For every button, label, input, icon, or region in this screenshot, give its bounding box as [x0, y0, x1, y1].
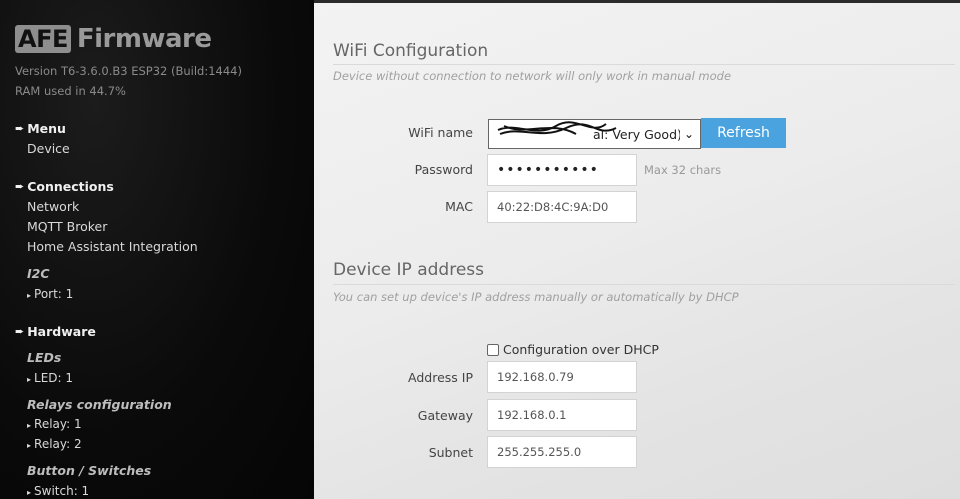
sidebar-item-mqtt-broker[interactable]: MQTT Broker: [27, 219, 107, 234]
address-ip-field[interactable]: 192.168.0.79: [487, 361, 637, 393]
arrow-right-icon: ➨: [15, 325, 25, 338]
switch-1-label: Switch: 1: [34, 484, 90, 498]
relays-group-label: Relays configuration: [27, 397, 172, 412]
relay-2-label: Relay: 2: [34, 437, 82, 451]
i2c-port-label: Port: 1: [34, 287, 74, 301]
arrow-right-icon: ➨: [15, 122, 25, 135]
password-hint: Max 32 chars: [644, 163, 722, 177]
main-content: WiFi Configuration Device without connec…: [314, 0, 960, 499]
hardware-heading-label: Hardware: [27, 324, 96, 339]
wifi-title-divider: [333, 64, 955, 65]
dhcp-checkbox[interactable]: [487, 343, 499, 356]
wifi-name-select[interactable]: al: Very Good) ⌄: [488, 119, 701, 149]
arrow-right-icon: ➨: [15, 180, 25, 193]
bullet-icon: ▸: [27, 375, 32, 384]
ip-title-divider: [333, 284, 955, 285]
version-text: Version T6-3.6.0.B3 ESP32 (Build:1444): [15, 64, 242, 78]
gateway-label: Gateway: [417, 408, 473, 423]
wifi-name-value: al: Very Good): [593, 126, 680, 142]
ip-section-title: Device IP address: [333, 260, 484, 280]
bullet-icon: ▸: [27, 291, 32, 300]
afe-logo: AFE Firmware: [15, 24, 212, 54]
dhcp-checkbox-label: Configuration over DHCP: [503, 342, 659, 357]
dhcp-checkbox-row[interactable]: Configuration over DHCP: [487, 342, 659, 357]
bullet-icon: ▸: [27, 441, 32, 450]
sidebar-item-switch-1[interactable]: ▸ Switch: 1: [27, 484, 89, 498]
sidebar-item-led-1[interactable]: ▸ LED: 1: [27, 371, 73, 385]
password-field[interactable]: •••••••••••: [487, 154, 637, 186]
sidebar-item-home-assistant[interactable]: Home Assistant Integration: [27, 239, 198, 254]
address-ip-label: Address IP: [408, 370, 473, 385]
ip-section-hint: You can set up device's IP address manua…: [333, 290, 739, 304]
subnet-field[interactable]: 255.255.255.0: [487, 436, 637, 468]
bullet-icon: ▸: [27, 421, 32, 430]
sidebar-item-relay-1[interactable]: ▸ Relay: 1: [27, 417, 82, 431]
sidebar-item-relay-2[interactable]: ▸ Relay: 2: [27, 437, 82, 451]
mac-label: MAC: [445, 199, 473, 214]
menu-heading-label: Menu: [27, 121, 66, 136]
leds-group-label: LEDs: [27, 350, 62, 365]
sidebar-item-i2c-port[interactable]: ▸ Port: 1: [27, 287, 73, 301]
sidebar-item-device[interactable]: Device: [27, 141, 70, 156]
chevron-down-icon: ⌄: [683, 127, 694, 141]
relay-1-label: Relay: 1: [34, 417, 82, 431]
buttons-group-label: Button / Switches: [27, 463, 152, 478]
password-label: Password: [414, 162, 473, 177]
connections-heading-label: Connections: [27, 179, 114, 194]
subnet-label: Subnet: [428, 445, 473, 460]
mac-field[interactable]: 40:22:D8:4C:9A:D0: [487, 191, 637, 223]
led-1-label: LED: 1: [34, 371, 74, 385]
i2c-group-label: I2C: [27, 266, 50, 281]
bullet-icon: ▸: [27, 488, 32, 497]
wifi-name-label: WiFi name: [408, 125, 473, 140]
refresh-button[interactable]: Refresh: [701, 118, 786, 148]
connections-heading: ➨ Connections: [15, 179, 114, 194]
ram-usage-text: RAM used in 44.7%: [15, 84, 126, 98]
logo-text: Firmware: [76, 24, 212, 54]
wifi-section-title: WiFi Configuration: [333, 41, 489, 61]
menu-heading: ➨ Menu: [15, 121, 66, 136]
sidebar-item-network[interactable]: Network: [27, 199, 79, 214]
hardware-heading: ➨ Hardware: [15, 324, 96, 339]
logo-badge: AFE: [15, 25, 71, 53]
gateway-field[interactable]: 192.168.0.1: [487, 399, 637, 431]
wifi-section-hint: Device without connection to network wil…: [333, 69, 732, 83]
sidebar: AFE Firmware Version T6-3.6.0.B3 ESP32 (…: [0, 0, 314, 499]
